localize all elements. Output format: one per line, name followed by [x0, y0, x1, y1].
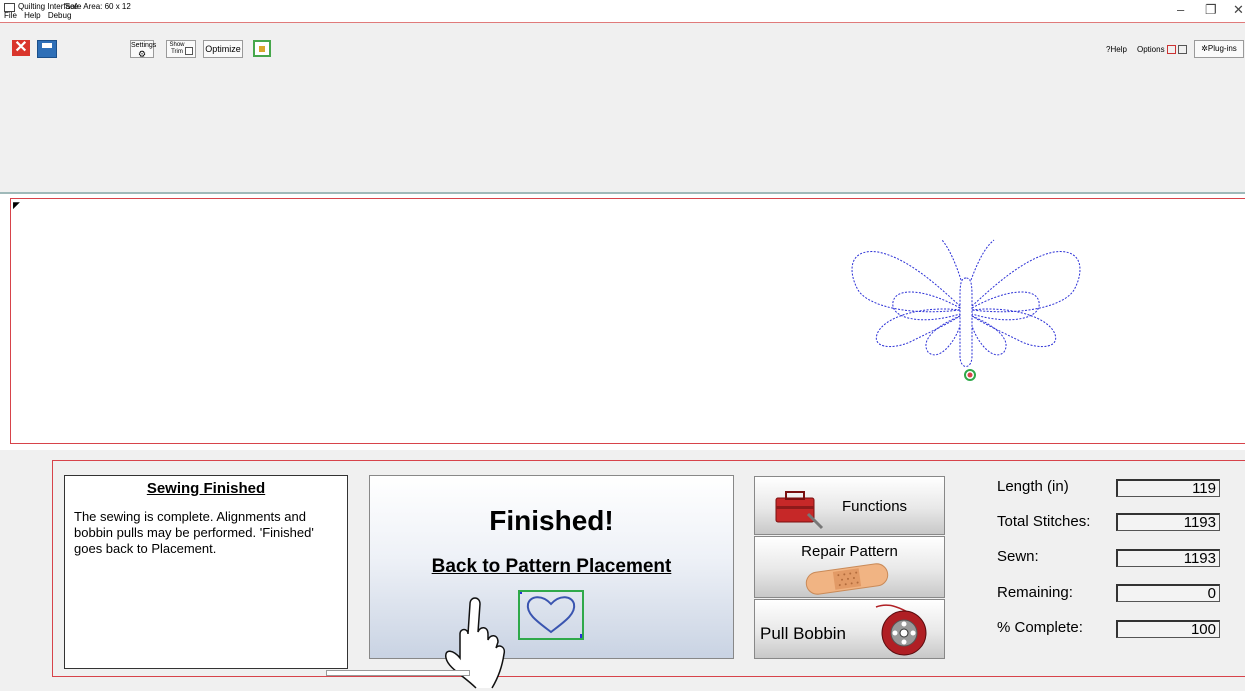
heart-icon — [520, 592, 582, 638]
butterfly-pattern[interactable] — [848, 236, 1098, 386]
window-close-button[interactable]: ✕ — [1233, 2, 1244, 18]
menu-bar: File Help Debug — [4, 11, 76, 20]
percent-complete-label: % Complete: — [997, 619, 1083, 636]
plugins-icon: ✲ — [1201, 44, 1208, 53]
length-value: 119 — [1116, 479, 1220, 497]
show-trim-label: Show Trim — [169, 42, 185, 55]
toolbox-icon — [775, 491, 824, 530]
total-stitches-value: 1193 — [1116, 513, 1220, 531]
back-to-placement-link[interactable]: Back to Pattern Placement — [369, 556, 734, 578]
sewn-value: 1193 — [1116, 549, 1220, 567]
info-area — [0, 67, 1245, 192]
scroll-indicator — [326, 670, 470, 676]
divider — [0, 192, 1245, 194]
spool-icon — [875, 604, 927, 656]
bandage-icon — [805, 563, 889, 595]
help-label: ?Help — [1106, 45, 1127, 54]
status-box — [64, 475, 348, 669]
checkbox-icon[interactable] — [185, 47, 193, 55]
pull-bobbin-label: Pull Bobbin — [760, 624, 847, 643]
minimize-button[interactable]: – — [1177, 2, 1184, 17]
sewn-label: Sewn: — [997, 548, 1039, 565]
save-icon[interactable] — [37, 40, 57, 58]
status-title: Sewing Finished — [146, 480, 266, 497]
settings-icon: ⚙ — [137, 49, 147, 59]
menu-help[interactable]: Help — [24, 11, 40, 20]
safe-area-label: Safe Area: 60 x 12 — [65, 2, 131, 11]
plugins-button[interactable]: ✲Plug-ins — [1194, 40, 1244, 58]
title-bar — [0, 0, 1245, 22]
length-label: Length (in) — [997, 478, 1069, 495]
maximize-button[interactable]: ❐ — [1205, 2, 1217, 18]
repair-pattern-label: Repair Pattern — [801, 543, 898, 560]
optimize-button[interactable]: Optimize — [203, 40, 243, 58]
remaining-value: 0 — [1116, 584, 1220, 602]
settings-button[interactable]: Settings ⚙ — [130, 40, 156, 59]
percent-complete-value: 100 — [1116, 620, 1220, 638]
checkbox-icon[interactable] — [1166, 45, 1176, 55]
status-message: The sewing is complete. Alignments and b… — [74, 509, 314, 556]
options-button[interactable]: Options — [1137, 45, 1188, 55]
checkbox-icon[interactable] — [1178, 45, 1188, 55]
plugins-label: Plug-ins — [1207, 44, 1237, 53]
menu-file[interactable]: File — [4, 11, 17, 20]
close-icon[interactable]: ✕ — [12, 40, 30, 56]
menu-debug[interactable]: Debug — [48, 11, 72, 20]
total-stitches-label: Total Stitches: — [997, 513, 1091, 530]
show-trim-button[interactable]: Show Trim — [166, 40, 196, 58]
origin-marker-icon: ◤ — [13, 200, 20, 210]
export-icon[interactable] — [253, 40, 271, 57]
finished-title: Finished! — [489, 505, 614, 536]
options-label: Options — [1137, 45, 1165, 54]
help-button[interactable]: ?Help — [1106, 45, 1127, 54]
remaining-label: Remaining: — [997, 584, 1073, 601]
functions-label: Functions — [842, 498, 908, 515]
